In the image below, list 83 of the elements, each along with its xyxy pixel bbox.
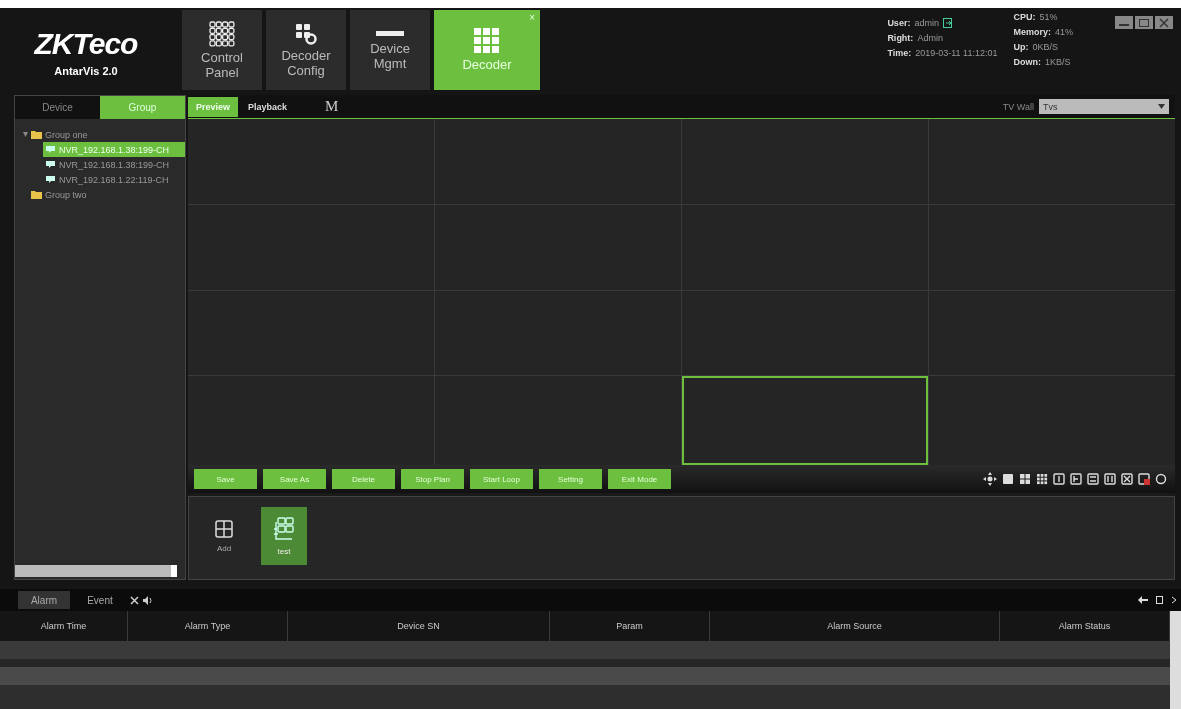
- restore-icon[interactable]: [1156, 596, 1163, 604]
- column-header: Alarm Source: [710, 611, 1000, 641]
- tree-item[interactable]: Group two: [45, 189, 87, 200]
- nav-tab[interactable]: Decoder Config: [266, 10, 346, 90]
- gear-icon: [295, 22, 317, 45]
- product-name: AntarVis 2.0: [54, 64, 118, 77]
- video-cell[interactable]: [929, 376, 1175, 465]
- column-header: Alarm Time: [0, 611, 128, 641]
- nav-tab[interactable]: Control Panel: [182, 10, 262, 90]
- logo: ZKTeco: [34, 26, 138, 61]
- video-cell[interactable]: [929, 204, 1175, 290]
- scrollbar[interactable]: [1170, 611, 1181, 709]
- folder-icon: [31, 130, 42, 139]
- panel-tab[interactable]: Alarm: [18, 591, 70, 609]
- info-value: Admin: [917, 33, 943, 43]
- video-cell[interactable]: [188, 290, 434, 376]
- stat-label: Up:: [1013, 42, 1029, 52]
- info-text: Right:: [887, 33, 914, 43]
- video-cell[interactable]: [682, 376, 928, 465]
- nine-screen-icon[interactable]: [1036, 473, 1048, 485]
- stat-label: Down:: [1013, 57, 1041, 67]
- close-icon[interactable]: [1155, 16, 1173, 29]
- video-cell[interactable]: [929, 119, 1175, 204]
- video-cell[interactable]: [188, 204, 434, 290]
- caret-icon[interactable]: [1158, 104, 1165, 109]
- video-cell[interactable]: [435, 376, 681, 465]
- collapse-icon[interactable]: [1171, 596, 1177, 604]
- stat-value: 41%: [1055, 27, 1073, 37]
- single-screen-icon[interactable]: [1002, 473, 1014, 485]
- split-screen-icon[interactable]: [1087, 473, 1099, 485]
- info-text: Time:: [887, 48, 912, 58]
- logout-icon[interactable]: [942, 18, 952, 28]
- four-screen-icon[interactable]: [1019, 473, 1031, 485]
- info-value: admin: [914, 18, 939, 28]
- video-cell[interactable]: [188, 376, 434, 465]
- column-header: Param: [550, 611, 710, 641]
- field-label: TV Wall: [1002, 101, 1034, 112]
- refresh-icon[interactable]: [1155, 473, 1167, 485]
- grid-icon: [209, 20, 235, 47]
- tree-item[interactable]: NVR_192.168.1.22:119-CH: [43, 172, 185, 187]
- camera-icon: [45, 175, 56, 184]
- column-header: Device SN: [288, 611, 550, 641]
- mute-icon[interactable]: [130, 595, 139, 605]
- video-cell[interactable]: [435, 119, 681, 204]
- bar-icon: [376, 29, 404, 38]
- video-cell[interactable]: [435, 290, 681, 376]
- info-text: User:: [887, 18, 911, 28]
- video-cell[interactable]: [682, 119, 928, 204]
- camera-icon: [45, 145, 56, 154]
- layout-grid-icon: [273, 516, 295, 541]
- video-cell[interactable]: [929, 290, 1175, 376]
- split-screen-icon[interactable]: [1053, 473, 1065, 485]
- video-cell[interactable]: [682, 290, 928, 376]
- tree-item[interactable]: NVR_192.168.1.38:199-CH: [43, 157, 185, 172]
- tree-item[interactable]: Group one: [45, 129, 88, 140]
- layout-item[interactable]: test: [261, 507, 307, 565]
- split-screen-icon[interactable]: [1104, 473, 1116, 485]
- grid-icon: [474, 28, 500, 54]
- screen-icon[interactable]: [1138, 473, 1150, 485]
- layout-item[interactable]: Add: [201, 507, 247, 565]
- layout-grid-icon: [215, 519, 233, 538]
- stat-label: Memory:: [1013, 27, 1051, 37]
- stat-value: 0KB/S: [1032, 42, 1058, 52]
- maximize-icon[interactable]: [1135, 16, 1153, 29]
- fullscreen-icon[interactable]: [1121, 473, 1133, 485]
- video-cell[interactable]: [188, 119, 434, 204]
- expand-arrow-icon[interactable]: [23, 132, 28, 137]
- info-value: 2019-03-11 11:12:01: [915, 48, 998, 58]
- speaker-icon[interactable]: [143, 595, 153, 605]
- nav-tab[interactable]: Device Mgmt: [350, 10, 430, 90]
- split-screen-icon[interactable]: [1070, 473, 1082, 485]
- ptz-icon[interactable]: [983, 472, 997, 486]
- camera-icon: [45, 160, 56, 169]
- minimize-icon[interactable]: [1115, 16, 1133, 29]
- arrow-left-icon[interactable]: [1138, 596, 1148, 604]
- stat-label: CPU:: [1013, 12, 1036, 22]
- tv-wall-dropdown[interactable]: Tvs: [1039, 99, 1169, 114]
- stat-value: 51%: [1039, 12, 1058, 22]
- folder-icon: [31, 190, 42, 199]
- scrollbar[interactable]: [15, 565, 177, 577]
- column-header: Alarm Type: [128, 611, 288, 641]
- column-header: Alarm Status: [1000, 611, 1170, 641]
- stat-value: 1KB/S: [1044, 57, 1071, 67]
